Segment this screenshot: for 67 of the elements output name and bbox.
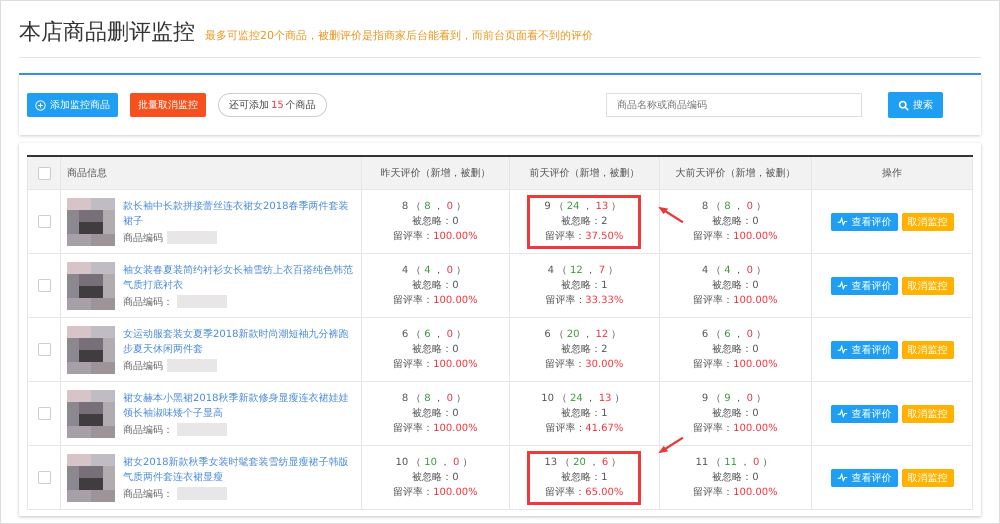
view-reviews-button[interactable]: 查看评价 <box>830 340 898 358</box>
column-header: 昨天评价（新增，被删） <box>380 168 490 179</box>
add-monitor-button[interactable]: 添加监控商品 <box>27 93 118 117</box>
cancel-monitor-button[interactable]: 取消监控 <box>902 276 954 294</box>
product-code-label: 商品编码： <box>123 296 173 308</box>
column-header: 前天评价（新增，被删） <box>529 168 640 179</box>
row-checkbox[interactable] <box>38 471 50 484</box>
review-stats: 4 （ 4 ， 0 ） 被忽略：0 留评率：100.00% <box>692 264 779 308</box>
product-title-link[interactable]: 裙女赫本小黑裙2018秋季新款修身显瘦连衣裙娃娃领长袖淑味矮个子显高 <box>123 390 355 420</box>
redaction-patch <box>167 231 217 244</box>
review-stats: 10 （ 10 ， 0 ） 被忽略：0 留评率：100.00% <box>392 456 479 500</box>
review-stats: 6 （ 6 ， 0 ） 被忽略：0 留评率：100.00% <box>692 328 779 372</box>
cancel-monitor-button[interactable]: 取消监控 <box>902 212 954 230</box>
product-code-label: 商品编码： <box>123 488 173 500</box>
product-title-link[interactable]: 袖女装春夏装简约衬衫女长袖雪纺上衣百搭纯色韩范气质打底衬衣 <box>123 262 355 292</box>
product-code-label: 商品编码 <box>123 360 163 372</box>
row-checkbox[interactable] <box>38 407 50 420</box>
batch-cancel-button[interactable]: 批量取消监控 <box>130 93 206 117</box>
view-reviews-button[interactable]: 查看评价 <box>830 276 898 294</box>
review-stats: 8 （ 8 ， 0 ） 被忽略：0 留评率：100.00% <box>692 200 779 244</box>
cancel-monitor-button[interactable]: 取消监控 <box>902 404 954 422</box>
view-reviews-button[interactable]: 查看评价 <box>830 468 898 486</box>
pulse-icon <box>836 344 848 355</box>
review-stats: 6 （ 6 ， 0 ） 被忽略：0 留评率：100.00% <box>392 328 479 372</box>
product-title-link[interactable]: 女运动服套装女夏季2018新款时尚潮短袖九分裤跑步夏天休闲两件套 <box>123 326 355 356</box>
product-title-link[interactable]: 款长袖中长款拼接蕾丝连衣裙女2018春季两件套装裙子 <box>123 198 355 228</box>
redaction-patch <box>177 487 227 500</box>
redaction-patch <box>177 423 227 436</box>
review-stats: 10 （ 24 ， 13 ） 被忽略：1 留评率：41.67% <box>540 392 626 436</box>
annotation-arrow <box>656 434 685 456</box>
page-title: 本店商品删评监控 <box>19 19 195 47</box>
pulse-icon <box>836 280 848 291</box>
column-header: 大前天评价（新增，被删） <box>675 168 796 179</box>
column-header: 商品信息 <box>67 168 107 179</box>
review-stats: 9 （ 9 ， 0 ） 被忽略：0 留评率：100.00% <box>692 392 779 436</box>
review-stats: 9 （ 24 ， 13 ） 被忽略：2 留评率：37.50% <box>527 194 642 248</box>
search-field[interactable]: 商品名称或商品编码 <box>606 93 862 117</box>
pulse-icon <box>836 408 848 419</box>
product-code-label: 商品编码： <box>123 424 173 436</box>
view-reviews-button[interactable]: 查看评价 <box>830 212 898 230</box>
review-stats: 8 （ 8 ， 0 ） 被忽略：0 留评率：100.00% <box>392 200 479 244</box>
product-code-label: 商品编码 <box>123 232 163 244</box>
redaction-patch <box>177 295 227 308</box>
review-stats: 8 （ 8 ， 0 ） 被忽略：0 留评率：100.00% <box>392 392 479 436</box>
plus-circle-icon <box>35 100 46 110</box>
annotation-arrow <box>656 204 685 226</box>
review-stats: 11 （ 11 ， 0 ） 被忽略：0 留评率：100.00% <box>692 456 779 500</box>
review-stats: 4 （ 12 ， 7 ） 被忽略：1 留评率：33.33% <box>544 264 624 308</box>
review-stats: 13 （ 20 ， 6 ） 被忽略：1 留评率：65.00% <box>527 450 642 504</box>
search-icon <box>898 100 909 110</box>
search-button[interactable]: 搜索 <box>888 92 943 118</box>
quota-badge: 还可添加 15 个商品 <box>218 93 327 117</box>
redaction-patch <box>167 359 217 372</box>
row-checkbox[interactable] <box>38 343 50 356</box>
product-title-link[interactable]: 裙女2018新款秋季女装时髦套装雪纺显瘦裙子韩版气质两件套连衣裙显瘦 <box>123 454 355 484</box>
view-reviews-button[interactable]: 查看评价 <box>830 404 898 422</box>
column-header: 操作 <box>882 168 902 179</box>
row-checkbox[interactable] <box>38 215 50 228</box>
row-checkbox[interactable] <box>38 279 50 292</box>
select-all-checkbox[interactable] <box>38 166 50 180</box>
review-stats: 4 （ 4 ， 0 ） 被忽略：0 留评率：100.00% <box>392 264 479 308</box>
review-stats: 6 （ 20 ， 12 ） 被忽略：2 留评率：30.00% <box>543 328 624 372</box>
pulse-icon <box>836 216 848 227</box>
pulse-icon <box>836 472 848 483</box>
cancel-monitor-button[interactable]: 取消监控 <box>902 468 954 486</box>
cancel-monitor-button[interactable]: 取消监控 <box>902 340 954 358</box>
page-note: 最多可监控20个商品，被删评价是指商家后台能看到，而前台页面看不到的评价 <box>205 28 593 43</box>
